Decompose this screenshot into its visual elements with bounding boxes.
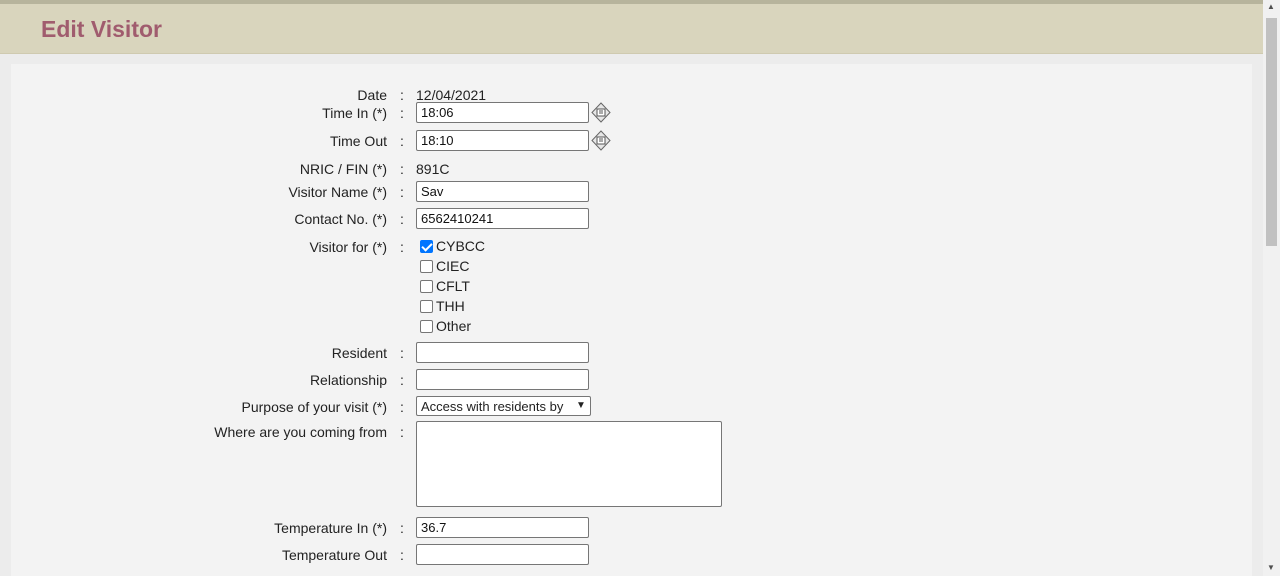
colon: : <box>400 211 404 227</box>
colon: : <box>400 87 404 103</box>
option-label: CYBCC <box>436 238 486 254</box>
colon: : <box>400 105 404 121</box>
temp-out-row: Temperature Out : <box>11 544 1252 568</box>
time-in-input[interactable]: 18:06 <box>416 102 589 123</box>
coming-from-row: Where are you coming from : <box>11 421 1252 511</box>
visitor-for-label: Visitor for (*) <box>309 239 387 255</box>
date-label: Date <box>357 87 387 103</box>
scroll-up-icon[interactable]: ▲ <box>1267 2 1275 11</box>
time-out-label: Time Out <box>329 133 387 149</box>
option-label: THH <box>436 298 465 314</box>
option-label: CIEC <box>436 258 470 274</box>
page-title: Edit Visitor <box>41 16 162 42</box>
time-picker-icon[interactable] <box>591 102 611 123</box>
edit-visitor-form: Date : 12/04/2021 Time In (*) : 18:06 Ti… <box>11 64 1252 576</box>
time-out-input[interactable]: 18:10 <box>416 130 589 151</box>
contact-label: Contact No. (*) <box>294 211 387 227</box>
colon: : <box>400 345 404 361</box>
option-other[interactable]: Other <box>420 316 485 336</box>
colon: : <box>400 133 404 149</box>
purpose-select[interactable]: Access with residents by ▼ <box>416 396 591 416</box>
colon: : <box>400 547 404 563</box>
time-in-row: Time In (*) : 18:06 <box>11 102 1252 126</box>
colon: : <box>400 520 404 536</box>
purpose-selected: Access with residents by <box>421 399 564 414</box>
relationship-label: Relationship <box>309 372 387 388</box>
temp-out-label: Temperature Out <box>281 547 387 563</box>
option-label: Other <box>436 318 472 334</box>
page-header: Edit Visitor <box>0 4 1263 54</box>
colon: : <box>400 372 404 388</box>
temp-out-input[interactable] <box>416 544 589 565</box>
coming-from-label: Where are you coming from <box>214 424 387 440</box>
coming-from-textarea[interactable] <box>416 421 722 507</box>
purpose-label: Purpose of your visit (*) <box>241 399 388 415</box>
colon: : <box>400 239 404 255</box>
option-label: CFLT <box>436 278 470 294</box>
scroll-down-icon[interactable]: ▼ <box>1267 563 1275 572</box>
option-ciec[interactable]: CIEC <box>420 256 485 276</box>
date-value: 12/04/2021 <box>416 87 487 103</box>
colon: : <box>400 424 404 440</box>
time-out-row: Time Out : 18:10 <box>11 130 1252 154</box>
purpose-row: Purpose of your visit (*) : Access with … <box>11 396 1252 420</box>
time-in-label: Time In (*) <box>322 105 387 121</box>
checkbox[interactable] <box>420 319 433 333</box>
relationship-input[interactable] <box>416 369 589 390</box>
temp-in-row: Temperature In (*) : 36.7 <box>11 517 1252 541</box>
nric-row: NRIC / FIN (*) : 891C <box>11 158 1252 182</box>
relationship-row: Relationship : <box>11 369 1252 393</box>
colon: : <box>400 161 404 177</box>
colon: : <box>400 184 404 200</box>
option-cflt[interactable]: CFLT <box>420 276 485 296</box>
visitor-name-label: Visitor Name (*) <box>288 184 387 200</box>
contact-input[interactable]: 6562410241 <box>416 208 589 229</box>
contact-row: Contact No. (*) : 6562410241 <box>11 208 1252 232</box>
nric-label: NRIC / FIN (*) <box>299 161 387 177</box>
vertical-scrollbar[interactable]: ▲ ▼ <box>1263 0 1280 576</box>
scrollbar-thumb[interactable] <box>1266 18 1277 246</box>
temp-in-input[interactable]: 36.7 <box>416 517 589 538</box>
colon: : <box>400 399 404 415</box>
visitor-name-input[interactable]: Sav <box>416 181 589 202</box>
nric-value: 891C <box>416 161 450 177</box>
resident-input[interactable] <box>416 342 589 363</box>
checkbox[interactable] <box>420 259 433 273</box>
resident-row: Resident : <box>11 342 1252 366</box>
option-cybcc[interactable]: CYBCC <box>420 236 485 256</box>
chevron-down-icon: ▼ <box>574 399 588 413</box>
option-thh[interactable]: THH <box>420 296 485 316</box>
resident-label: Resident <box>331 345 387 361</box>
checkbox[interactable] <box>420 239 433 253</box>
time-picker-icon[interactable] <box>591 130 611 151</box>
visitor-name-row: Visitor Name (*) : Sav <box>11 181 1252 205</box>
temp-in-label: Temperature In (*) <box>274 520 387 536</box>
checkbox[interactable] <box>420 299 433 313</box>
visitor-for-options: CYBCC CIEC CFLT THH Other <box>420 236 485 336</box>
checkbox[interactable] <box>420 279 433 293</box>
visitor-for-row: Visitor for (*) : CYBCC CIEC CFLT THH Ot… <box>11 236 1252 340</box>
